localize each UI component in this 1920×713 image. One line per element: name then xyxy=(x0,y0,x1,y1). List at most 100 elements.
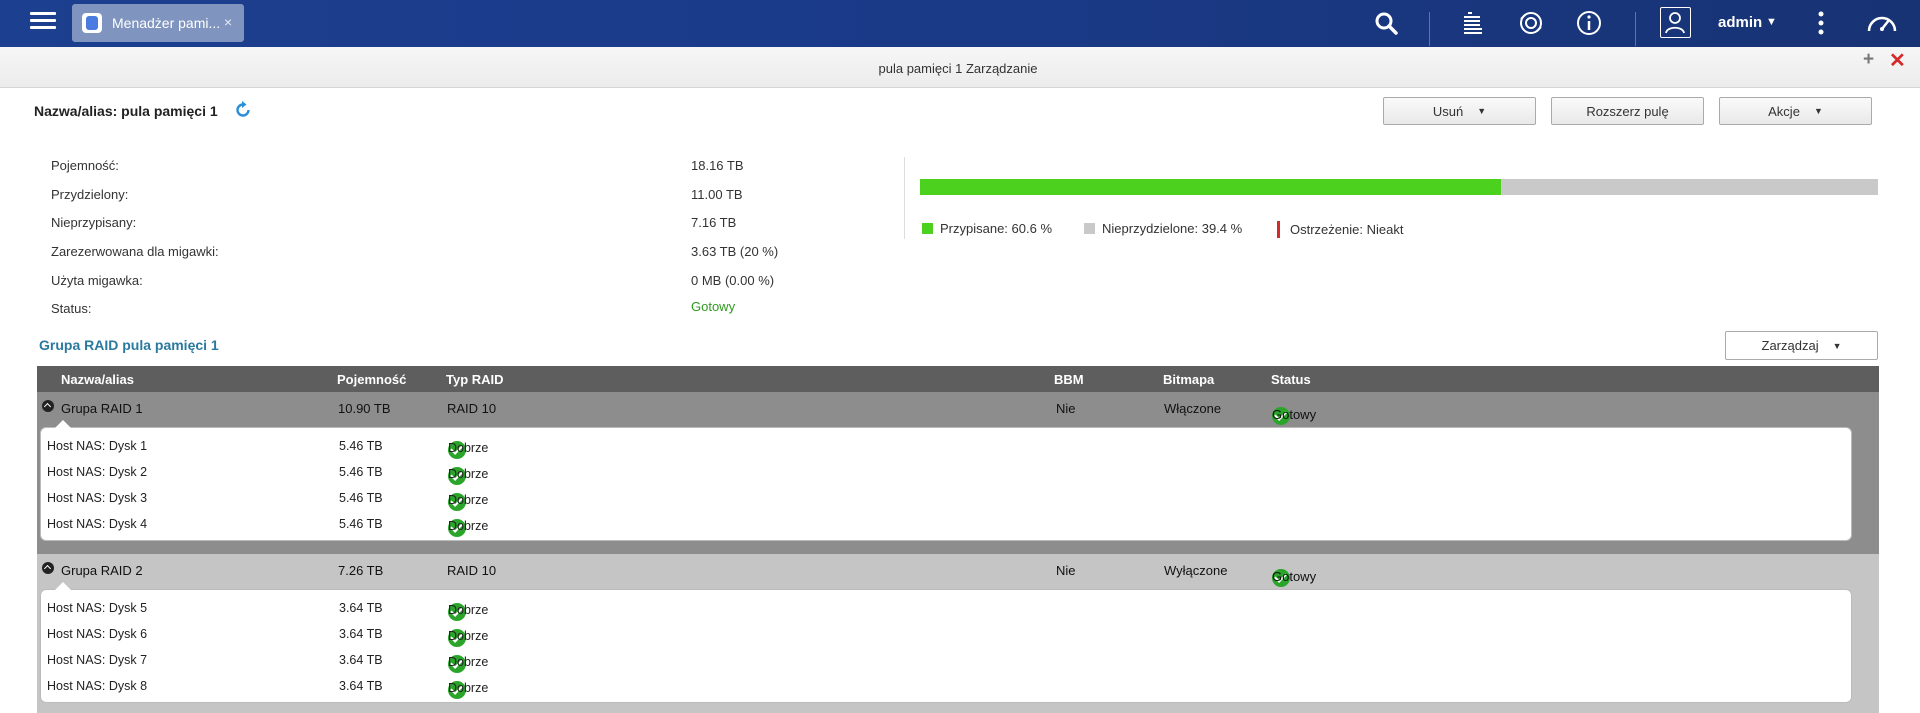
info-value-snapshot-reserved: 3.63 TB (20 %) xyxy=(691,244,779,259)
disk-capacity: 5.46 TB xyxy=(339,491,383,505)
legend-assigned-swatch xyxy=(922,223,933,234)
raid-group-1: Grupa RAID 1 10.90 TB RAID 10 Nie Włączo… xyxy=(37,392,1879,554)
disk-row[interactable]: Host NAS: Dysk 3 5.46 TB Dobrze xyxy=(41,486,1851,512)
caret-down-icon: ▼ xyxy=(1832,340,1842,351)
toolbar-separator xyxy=(1429,12,1430,46)
expand-pool-label: Rozszerz pulę xyxy=(1586,103,1669,119)
info-divider xyxy=(904,157,905,239)
usage-bar-fill xyxy=(920,179,1501,195)
disk-row[interactable]: Host NAS: Dysk 4 5.46 TB Dobrze xyxy=(41,512,1851,538)
remove-button[interactable]: Usuń ▼ xyxy=(1383,97,1536,125)
disk-name: Host NAS: Dysk 2 xyxy=(47,465,148,479)
legend-warning-label: Ostrzeżenie: Nieakt xyxy=(1290,222,1404,237)
app-tab-storage-manager[interactable]: Menadżer pami... × xyxy=(72,4,244,42)
info-icon[interactable] xyxy=(1575,9,1603,37)
info-label-unallocated: Nieprzypisany: xyxy=(51,215,137,230)
disk-row[interactable]: Host NAS: Dysk 5 3.64 TB Dobrze xyxy=(41,596,1851,622)
disk-row[interactable]: Host NAS: Dysk 7 3.64 TB Dobrze xyxy=(41,648,1851,674)
disk-capacity: 5.46 TB xyxy=(339,517,383,531)
disk-capacity: 3.64 TB xyxy=(339,601,383,615)
disk-name: Host NAS: Dysk 3 xyxy=(47,491,148,505)
group-raid-type: RAID 10 xyxy=(447,401,497,416)
legend-warning: Ostrzeżenie: Nieakt xyxy=(1277,221,1403,238)
disk-capacity: 3.64 TB xyxy=(339,627,383,641)
column-header-raid-type[interactable]: Typ RAID xyxy=(446,372,504,387)
column-header-name[interactable]: Nazwa/alias xyxy=(61,372,134,387)
disk-name: Host NAS: Dysk 6 xyxy=(47,627,148,641)
column-header-bbm[interactable]: BBM xyxy=(1054,372,1084,387)
actions-button[interactable]: Akcje ▼ xyxy=(1719,97,1872,125)
more-icon[interactable] xyxy=(1807,9,1835,37)
column-header-status[interactable]: Status xyxy=(1271,372,1311,387)
disk-status-label: Dobrze xyxy=(448,681,489,695)
collapse-icon[interactable] xyxy=(42,400,54,412)
usage-bar xyxy=(920,179,1878,195)
disk-capacity: 5.46 TB xyxy=(339,465,383,479)
legend-unallocated-label: Nieprzydzielone: 39.4 % xyxy=(1102,221,1243,236)
disk-status-label: Dobrze xyxy=(448,493,489,507)
panel-notch xyxy=(55,420,71,428)
legend-assigned: Przypisane: 60.6 % xyxy=(922,221,1052,236)
disk-name: Host NAS: Dysk 7 xyxy=(47,653,148,667)
disk-status-label: Dobrze xyxy=(448,441,489,455)
group-status-label: Gotowy xyxy=(1272,569,1317,584)
caret-down-icon: ▼ xyxy=(1477,106,1487,116)
group-bitmap: Włączone xyxy=(1164,401,1222,416)
legend-unallocated: Nieprzydzielone: 39.4 % xyxy=(1084,221,1242,236)
disk-capacity: 5.46 TB xyxy=(339,439,383,453)
top-bar: Menadżer pami... × admin ▼ xyxy=(0,0,1920,47)
user-name[interactable]: admin xyxy=(1718,14,1762,31)
panel-notch xyxy=(55,582,71,590)
raid-table-header: Nazwa/alias Pojemność Typ RAID BBM Bitma… xyxy=(37,366,1879,392)
raid-section-title: Grupa RAID pula pamięci 1 xyxy=(39,337,219,353)
legend-warning-marker xyxy=(1277,221,1280,238)
sync-icon[interactable] xyxy=(1517,9,1545,37)
group-name: Grupa RAID 1 xyxy=(61,401,143,416)
legend-assigned-label: Przypisane: 60.6 % xyxy=(940,221,1053,236)
info-label-capacity: Pojemność: xyxy=(51,158,119,173)
disk-status-label: Dobrze xyxy=(448,467,489,481)
disk-row[interactable]: Host NAS: Dysk 8 3.64 TB Dobrze xyxy=(41,674,1851,700)
app-tab-title: Menadżer pami... xyxy=(112,15,221,31)
search-icon[interactable] xyxy=(1372,9,1400,37)
group-bitmap: Wyłączone xyxy=(1164,563,1228,578)
column-header-capacity[interactable]: Pojemność xyxy=(337,372,406,387)
info-label-status: Status: xyxy=(51,301,92,316)
disk-row[interactable]: Host NAS: Dysk 2 5.46 TB Dobrze xyxy=(41,460,1851,486)
info-label-allocated: Przydzielony: xyxy=(51,187,129,202)
legend-unallocated-swatch xyxy=(1084,223,1095,234)
disk-status-label: Dobrze xyxy=(448,629,489,643)
disk-name: Host NAS: Dysk 8 xyxy=(47,679,148,693)
raid-group-row[interactable]: Grupa RAID 2 7.26 TB RAID 10 Nie Wyłączo… xyxy=(37,554,1879,587)
group-name: Grupa RAID 2 xyxy=(61,563,143,578)
info-label-snapshot-reserved: Zarezerwowana dla migawki: xyxy=(51,244,219,259)
disk-row[interactable]: Host NAS: Dysk 1 5.46 TB Dobrze xyxy=(41,434,1851,460)
group-bbm: Nie xyxy=(1056,401,1076,416)
disk-panel: Host NAS: Dysk 1 5.46 TB Dobrze Host NAS… xyxy=(40,420,1852,541)
disk-name: Host NAS: Dysk 5 xyxy=(47,601,148,615)
group-capacity: 7.26 TB xyxy=(338,563,384,578)
user-icon[interactable] xyxy=(1660,7,1691,38)
maximize-icon[interactable]: + xyxy=(1863,49,1874,71)
tasks-icon[interactable] xyxy=(1459,9,1487,37)
menu-icon[interactable] xyxy=(30,9,56,35)
raid-group-row[interactable]: Grupa RAID 1 10.90 TB RAID 10 Nie Włączo… xyxy=(37,392,1879,425)
disk-name: Host NAS: Dysk 4 xyxy=(47,517,148,531)
caret-down-icon: ▼ xyxy=(1813,106,1823,116)
refresh-icon[interactable] xyxy=(234,101,252,119)
storage-app-icon xyxy=(82,13,102,33)
pool-name-label: Nazwa/alias: pula pamięci 1 xyxy=(34,103,218,119)
expand-pool-button[interactable]: Rozszerz pulę xyxy=(1551,97,1704,125)
app-tab-close-icon[interactable]: × xyxy=(224,14,232,30)
manage-button[interactable]: Zarządzaj ▼ xyxy=(1725,331,1878,360)
column-header-bitmap[interactable]: Bitmapa xyxy=(1163,372,1214,387)
disk-row[interactable]: Host NAS: Dysk 6 3.64 TB Dobrze xyxy=(41,622,1851,648)
info-label-snapshot-used: Użyta migawka: xyxy=(51,273,143,288)
dashboard-icon[interactable] xyxy=(1864,9,1900,37)
close-icon[interactable]: ✕ xyxy=(1889,48,1906,73)
disk-capacity: 3.64 TB xyxy=(339,679,383,693)
info-value-allocated: 11.00 TB xyxy=(691,187,743,202)
collapse-icon[interactable] xyxy=(42,562,54,574)
user-caret-icon[interactable]: ▼ xyxy=(1766,16,1777,28)
info-value-snapshot-used: 0 MB (0.00 %) xyxy=(691,273,775,288)
